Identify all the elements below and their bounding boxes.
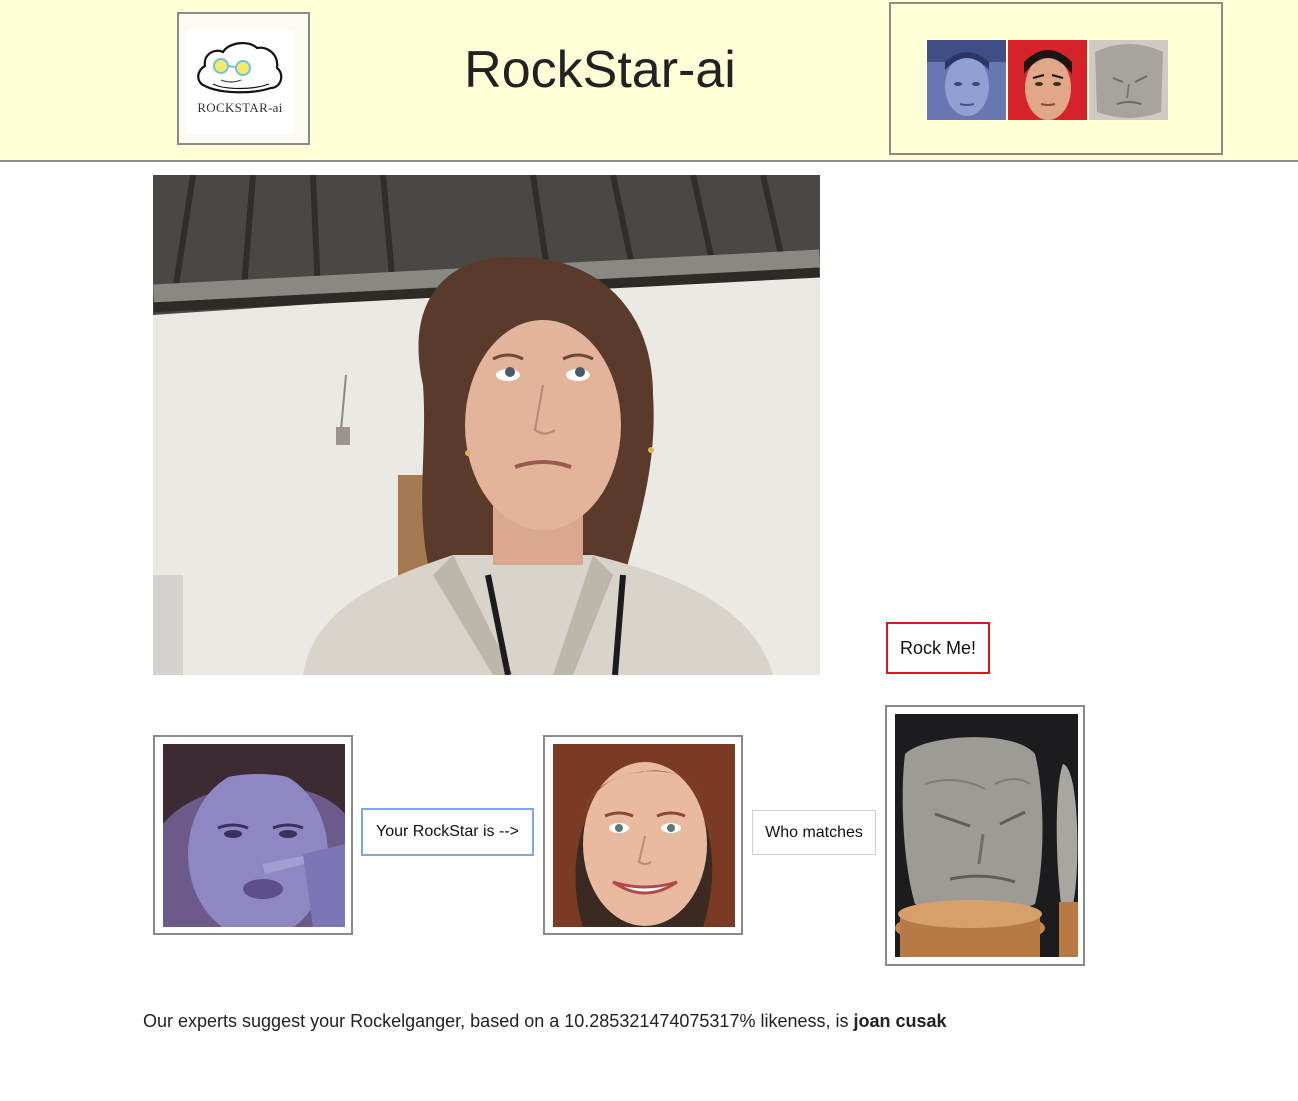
rock-face-thumb <box>1089 40 1168 120</box>
header-bar: ROCKSTAR-ai RockStar-ai <box>0 0 1298 162</box>
spock-blue-thumb <box>927 40 1006 120</box>
your-rockstar-label[interactable]: Your RockStar is --> <box>361 808 534 856</box>
user-face-image <box>163 744 345 927</box>
example-thumbnails <box>889 2 1223 155</box>
logo-frame: ROCKSTAR-ai <box>177 12 310 145</box>
rock-match-image <box>895 714 1078 957</box>
rockstar-logo: ROCKSTAR-ai <box>187 30 293 134</box>
who-matches-label[interactable]: Who matches <box>752 810 876 855</box>
result-prefix: Our experts suggest your Rockelganger, b… <box>143 1011 560 1031</box>
webcam-video <box>153 175 820 675</box>
likeness-value: 10.285321474075317% <box>564 1011 756 1031</box>
celebrity-match-frame <box>543 735 743 935</box>
spock-red-thumb <box>1008 40 1087 120</box>
page-title: RockStar-ai <box>464 41 736 99</box>
user-face-frame <box>153 735 353 935</box>
logo-text: ROCKSTAR-ai <box>197 100 283 115</box>
celebrity-match-image <box>553 744 735 927</box>
result-middle: likeness, is <box>760 1011 849 1031</box>
result-text: Our experts suggest your Rockelganger, b… <box>143 1011 947 1032</box>
match-name: joan cusak <box>853 1011 947 1031</box>
rock-me-button[interactable]: Rock Me! <box>886 622 990 674</box>
rock-match-frame <box>885 705 1085 966</box>
